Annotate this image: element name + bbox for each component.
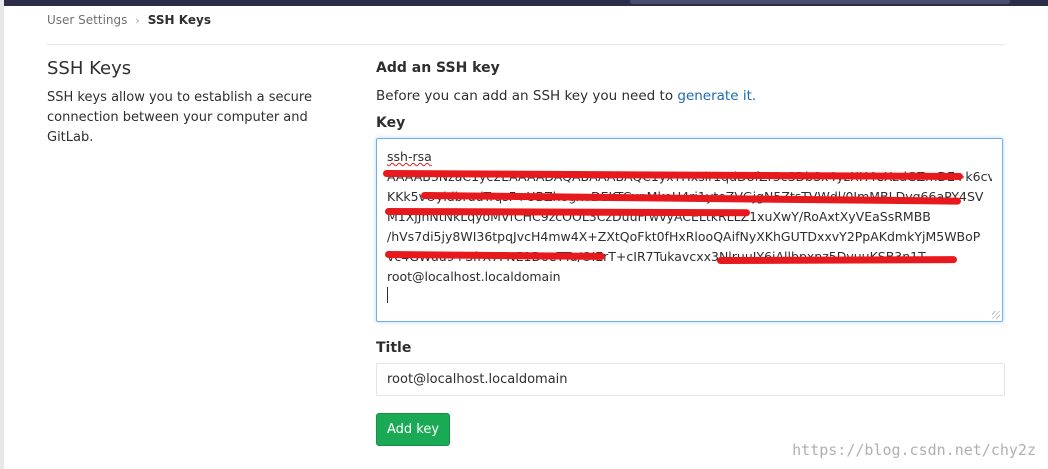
chevron-right-icon: › <box>135 13 140 27</box>
text-cursor <box>387 287 388 303</box>
key-textarea[interactable]: ssh-rsa AAAAB3NzaC1yc2EAAAADAQABAAABAQC1… <box>376 138 1003 322</box>
redaction-mark <box>384 208 751 217</box>
breadcrumb-user-settings[interactable]: User Settings <box>47 13 127 27</box>
breadcrumb: User Settings › SSH Keys <box>47 13 211 27</box>
key-line: root@localhost.localdomain <box>387 269 561 284</box>
add-ssh-key-form: Add an SSH key Before you can add an SSH… <box>376 60 1005 446</box>
generate-it-link[interactable]: generate it. <box>677 88 756 104</box>
title-label: Title <box>376 340 412 356</box>
page-description: SSH keys allow you to establish a secure… <box>47 90 312 145</box>
title-input[interactable] <box>376 363 1005 396</box>
key-line: /hVs7di5jy8WI36tpqJvcH4mw4X+ZXtQoFkt0fHx… <box>387 229 981 244</box>
breadcrumb-current: SSH Keys <box>147 13 211 27</box>
settings-description: SSH Keys SSH keys allow you to establish… <box>47 58 347 148</box>
key-line: ssh-rsa <box>387 147 992 167</box>
form-intro: Before you can add an SSH key you need t… <box>376 88 1005 104</box>
watermark: https://blog.csdn.net/chy2z <box>792 441 1036 459</box>
sidebar-edge <box>0 0 4 469</box>
intro-text: Before you can add an SSH key you need t… <box>376 88 678 104</box>
resize-handle-icon[interactable] <box>992 311 1000 319</box>
header-divider <box>47 44 1005 45</box>
key-line-text: ssh-rsa <box>387 149 432 164</box>
redaction-mark <box>716 256 958 264</box>
navbar-search-edge <box>630 0 1010 4</box>
form-heading: Add an SSH key <box>376 60 500 76</box>
add-key-button[interactable]: Add key <box>376 413 451 446</box>
page-title: SSH Keys <box>47 58 132 79</box>
key-label: Key <box>376 115 406 131</box>
top-navbar-edge <box>0 0 1048 6</box>
